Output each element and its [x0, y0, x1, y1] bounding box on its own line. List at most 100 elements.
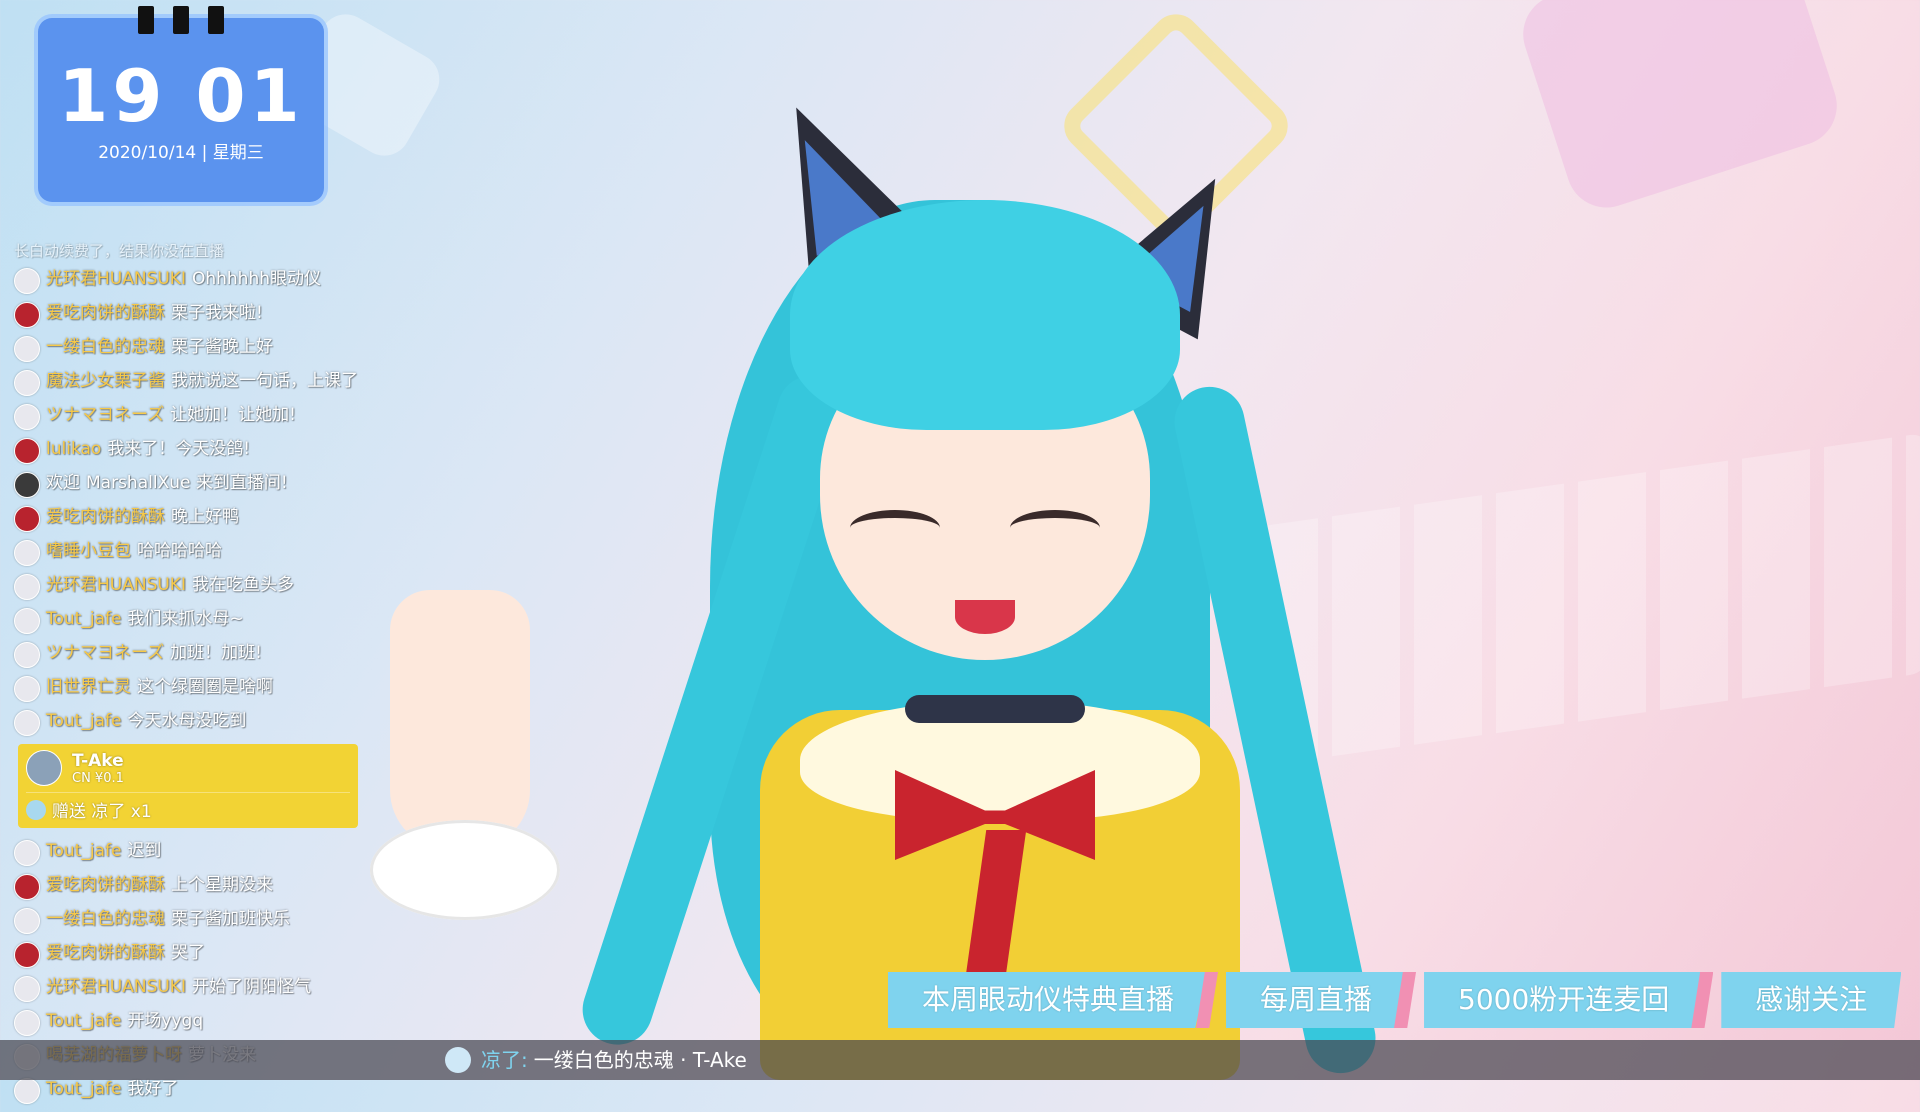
banner-item: 本周眼动仪特典直播 [888, 972, 1209, 1028]
chat-username: Tout_jafe [46, 841, 122, 861]
banner-item: 每周直播 [1226, 972, 1407, 1028]
chat-panel: 长白动续费了，结果你没在直播 光环君HUANSUKI Ohhhhhh眼动仪 爱吃肉饼… [14, 240, 374, 1112]
vtuber-avatar [370, 80, 1383, 1080]
chat-message: Tout_jafe 开场yygq [14, 1010, 374, 1036]
gift-notification: T-Ake CN ¥0.1 赠送 凉了 x1 [18, 744, 358, 828]
avatar [14, 608, 40, 634]
chat-message-text: Ohhhhhh眼动仪 [191, 269, 321, 289]
chat-message-text: 栗子酱晚上好 [171, 337, 273, 357]
chat-message-text: 迟到 [127, 841, 162, 861]
chat-username: 爱吃肉饼的酥酥 [46, 303, 165, 323]
avatar [14, 942, 40, 968]
avatar [14, 506, 40, 532]
gift-icon [26, 799, 46, 820]
gift-ticker: 凉了: 一缕白色的忠魂 · T-Ake [0, 1040, 1920, 1080]
avatar-choker [905, 695, 1085, 723]
avatar [14, 472, 40, 498]
chat-username: Tout_jafe [46, 1079, 122, 1099]
calendar-pin-icon [138, 6, 154, 34]
chat-username: 光环君HUANSUKI [46, 977, 186, 997]
gift-amount: CN ¥0.1 [72, 770, 124, 786]
avatar [14, 642, 40, 668]
chat-message-text: 晚上好鸭 [171, 507, 239, 527]
chat-username: 光环君HUANSUKI [46, 575, 186, 595]
chat-message: ツナマヨネーズ 加班！加班! [14, 642, 374, 668]
chat-message: 爱吃肉饼的酥酥 晚上好鸭 [14, 506, 374, 532]
chat-message: 光环君HUANSUKI 开始了阴阳怪气 [14, 976, 374, 1002]
chat-message-text: 长白动续费了，结果你没在直播 [14, 242, 225, 260]
chat-username: 光环君HUANSUKI [46, 269, 186, 289]
clock-time: 19 01 [58, 54, 304, 138]
chat-message: 旧世界亡灵 这个绿圈圈是啥啊 [14, 676, 374, 702]
chat-username: Tout_jafe [46, 609, 122, 629]
avatar [14, 404, 40, 430]
avatar [14, 574, 40, 600]
chat-message-text: 今天水母没吃到 [127, 711, 247, 731]
chat-message-text: 栗子我来啦! [171, 303, 263, 323]
chat-message: 爱吃肉饼的酥酥 栗子我来啦! [14, 302, 374, 328]
chat-message-text: 开场yygq [127, 1011, 204, 1031]
avatar-eye [1010, 510, 1100, 546]
gift-sender-name: T-Ake [72, 750, 124, 771]
chat-username: 欢迎 [46, 473, 80, 493]
avatar [14, 908, 40, 934]
clock-date: 2020/10/14 | 星期三 [98, 143, 264, 163]
avatar-cuff [370, 820, 560, 920]
chat-message-text: 开始了阴阳怪气 [191, 977, 311, 997]
chat-username: 一缕白色的忠魂 [46, 337, 165, 357]
chat-username: ツナマヨネーズ [46, 405, 165, 425]
chat-message: ツナマヨネーズ 让她加！让她加! [14, 404, 374, 430]
chat-username: Tout_jafe [46, 1011, 122, 1031]
chat-username: 魔法少女栗子酱 [46, 371, 165, 391]
chat-message-text: 这个绿圈圈是啥啊 [137, 677, 273, 697]
avatar [14, 976, 40, 1002]
chat-message-text: 栗子酱加班快乐 [171, 909, 290, 929]
chat-message: 光环君HUANSUKI Ohhhhhh眼动仪 [14, 268, 374, 294]
avatar-eye [850, 510, 940, 546]
avatar [14, 1078, 40, 1104]
chat-message-text: 我好了 [127, 1079, 179, 1099]
ticker-gift-label: 凉了: [481, 1048, 528, 1072]
chat-message: Tout_jafe 我们来抓水母~ [14, 608, 374, 634]
chat-username: Tout_jafe [46, 711, 122, 731]
gift-icon [445, 1047, 471, 1073]
stream-banner: 本周眼动仪特典直播 每周直播 5000粉开连麦回 感谢关注 [888, 972, 1911, 1028]
chat-message: Tout_jafe 今天水母没吃到 [14, 710, 374, 736]
chat-message-partial: 长白动续费了，结果你没在直播 [14, 240, 374, 262]
chat-message-text: 哭了 [171, 943, 205, 963]
calendar-pin-icon [173, 6, 189, 34]
chat-message-text: MarshallXue 来到直播间! [86, 473, 288, 493]
avatar-hand [390, 590, 530, 850]
chat-message: 一缕白色的忠魂 栗子酱加班快乐 [14, 908, 374, 934]
chat-message: Tout_jafe 迟到 [14, 840, 374, 866]
chat-message-text: 我们来抓水母~ [127, 609, 244, 629]
banner-item: 感谢关注 [1721, 972, 1902, 1028]
calendar-pin-icon [208, 6, 224, 34]
chat-username: ツナマヨネーズ [46, 643, 165, 663]
chat-message: 欢迎 MarshallXue 来到直播间! [14, 472, 374, 498]
chat-message-text: 哈哈哈哈哈 [137, 541, 222, 561]
chat-message-text: 上个星期没来 [171, 875, 273, 895]
chat-message-text: 让她加！让她加! [170, 405, 296, 425]
banner-item: 5000粉开连麦回 [1424, 972, 1704, 1028]
background-shape [1512, 0, 1848, 218]
avatar [14, 710, 40, 736]
avatar [14, 840, 40, 866]
chat-username: 一缕白色的忠魂 [46, 909, 165, 929]
chat-username: 爱吃肉饼的酥酥 [46, 943, 165, 963]
avatar [14, 302, 40, 328]
chat-message-text: 我来了！今天没鸽! [107, 439, 251, 459]
chat-message-text: 加班！加班! [170, 643, 262, 663]
chat-username: lulikao [46, 439, 102, 459]
avatar [14, 540, 40, 566]
chat-message: 爱吃肉饼的酥酥 哭了 [14, 942, 374, 968]
avatar [14, 1010, 40, 1036]
ticker-text: 一缕白色的忠魂 · T-Ake [533, 1048, 747, 1072]
chat-message: 魔法少女栗子酱 我就说这一句话，上课了 [14, 370, 374, 396]
avatar [14, 336, 40, 362]
chat-message-text: 我就说这一句话，上课了 [171, 371, 358, 391]
chat-message: 光环君HUANSUKI 我在吃鱼头多 [14, 574, 374, 600]
clock-widget: 19 01 2020/10/14 | 星期三 [38, 6, 324, 202]
chat-message: lulikao 我来了！今天没鸽! [14, 438, 374, 464]
chat-message: 爱吃肉饼的酥酥 上个星期没来 [14, 874, 374, 900]
